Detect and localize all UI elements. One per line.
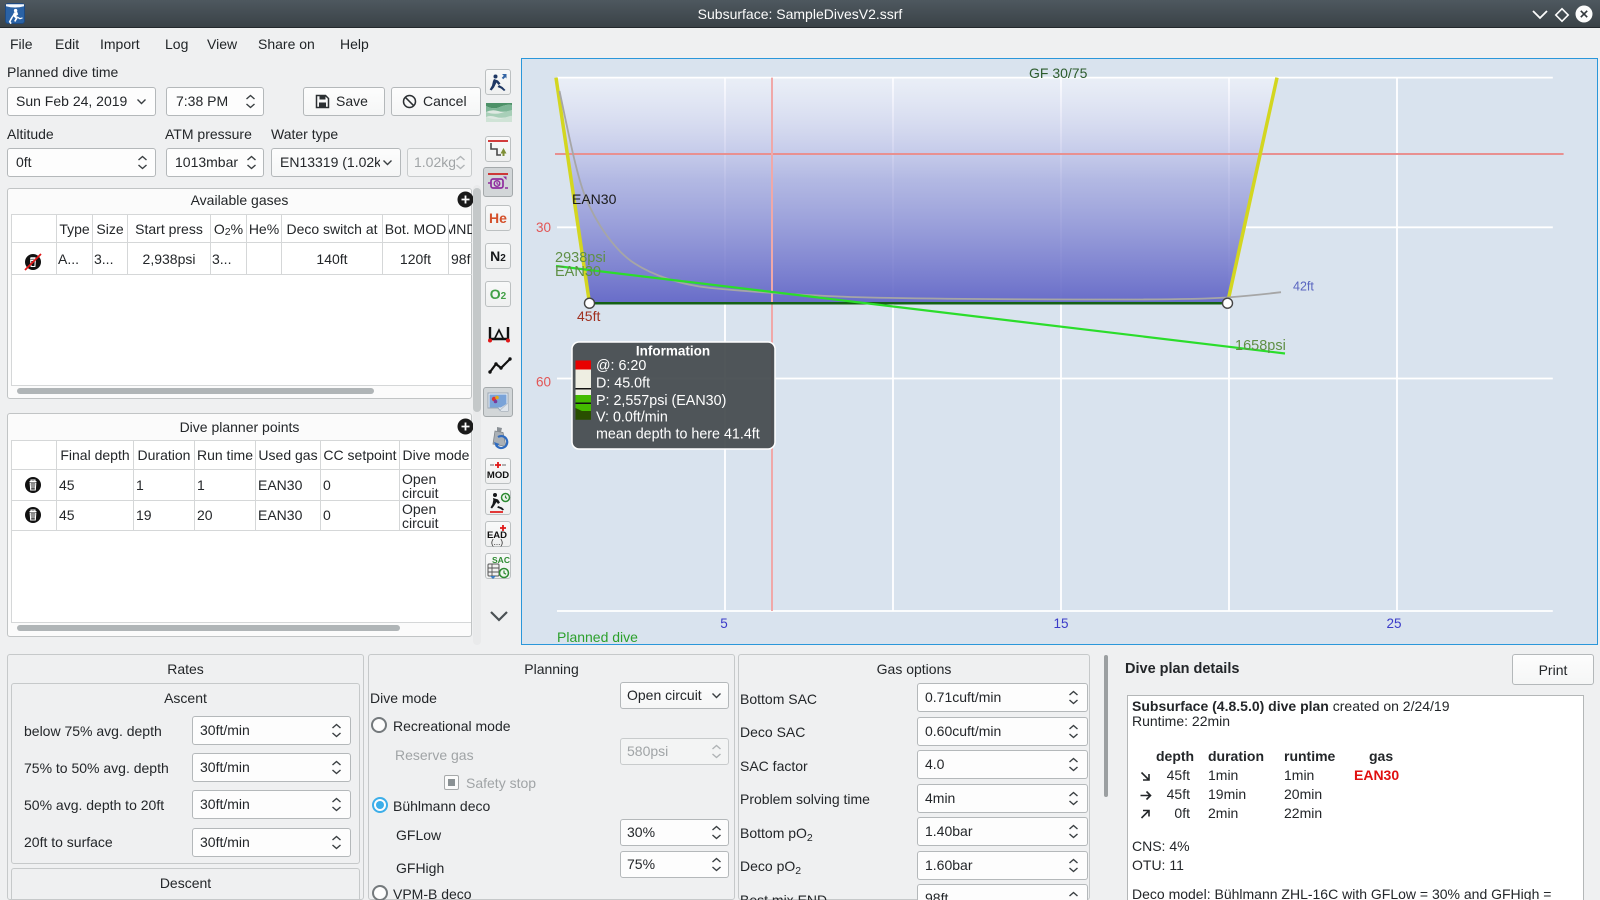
svg-text:MOD: MOD: [487, 470, 509, 481]
svg-text:15: 15: [1053, 616, 1068, 631]
svg-text:42ft: 42ft: [1293, 280, 1314, 294]
svg-text:V: 0.0ft/min: V: 0.0ft/min: [596, 410, 668, 426]
svg-text:Planned dive: Planned dive: [557, 629, 638, 645]
svg-text:EAN30: EAN30: [555, 264, 601, 280]
svg-text:@: 6:20: @: 6:20: [596, 358, 646, 374]
svg-text:GF 30/75: GF 30/75: [1029, 65, 1088, 81]
svg-text:45ft: 45ft: [577, 308, 600, 324]
svg-text:5: 5: [720, 616, 728, 631]
svg-text:60: 60: [536, 375, 551, 390]
svg-text:Information: Information: [636, 344, 710, 359]
svg-text:mean depth to here 41.4ft: mean depth to here 41.4ft: [596, 427, 760, 443]
svg-text:25: 25: [1386, 616, 1401, 631]
svg-text:1658psi: 1658psi: [1235, 338, 1286, 354]
svg-text:(...): (...): [491, 538, 503, 547]
svg-text:D: 45.0ft: D: 45.0ft: [596, 376, 650, 392]
svg-text:30: 30: [536, 220, 551, 235]
svg-text:EAN30: EAN30: [572, 191, 617, 207]
svg-text:P: 2,557psi (EAN30): P: 2,557psi (EAN30): [596, 393, 726, 409]
